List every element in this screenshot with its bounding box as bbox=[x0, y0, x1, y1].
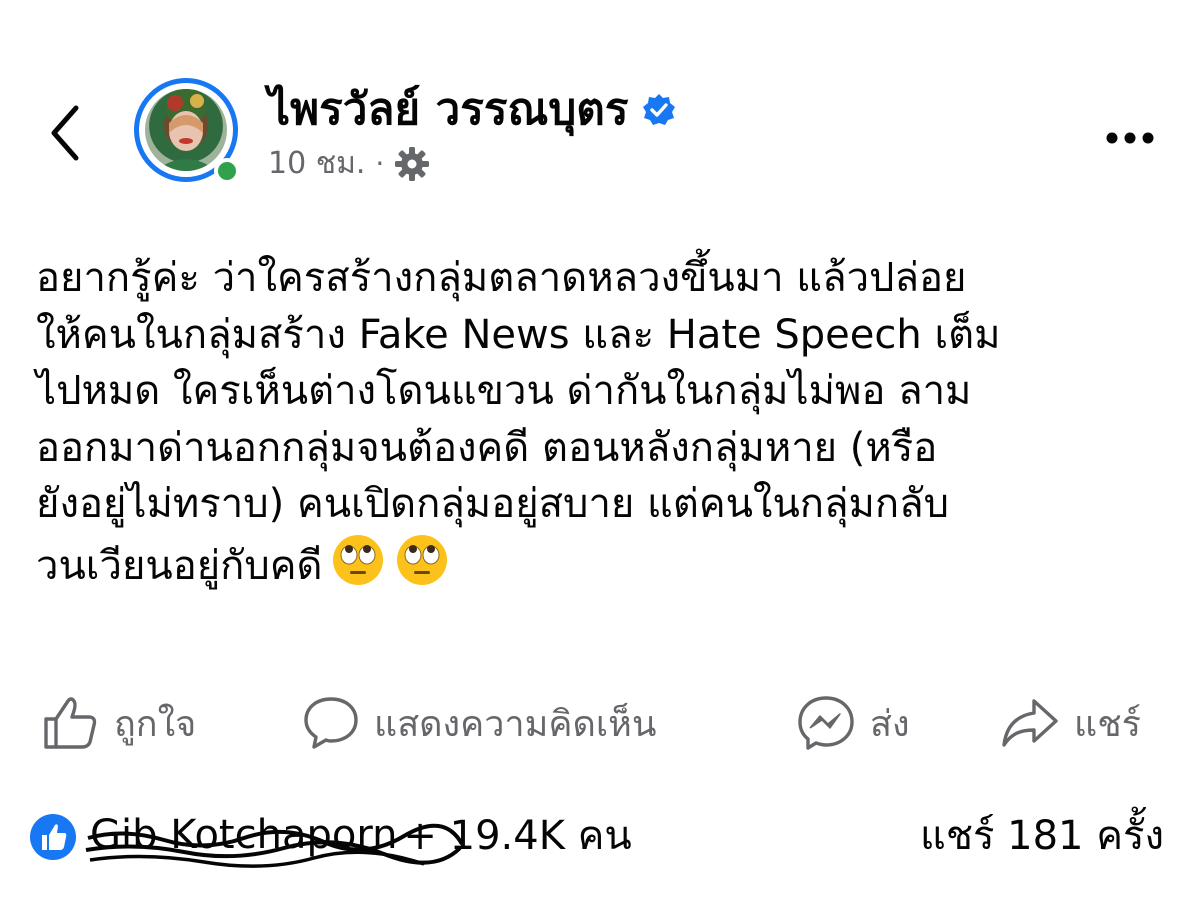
post-text-line: ไปหมด ใครเห็นต่างโดนแขวน ด่ากันในกลุ่มไม… bbox=[36, 368, 972, 414]
more-dots-icon bbox=[1106, 132, 1154, 144]
send-button[interactable]: ส่ง bbox=[796, 688, 910, 758]
reactors-link[interactable]: Gib Kotchaporn + 19.4K คน bbox=[85, 800, 632, 870]
share-count[interactable]: แชร์ 181 ครั้ง bbox=[920, 800, 1164, 870]
author-name[interactable]: ไพรวัลย์ วรรณบุตร bbox=[268, 80, 628, 140]
redacted-reactor-name: Gib Kotchaporn bbox=[85, 812, 464, 868]
avatar bbox=[145, 89, 227, 171]
share-button[interactable]: แชร์ bbox=[1000, 688, 1141, 758]
post-body: อยากรู้ค่ะ ว่าใครสร้างกลุ่มตลาดหลวงขึ้นม… bbox=[36, 250, 1166, 589]
comment-button[interactable]: แสดงความคิดเห็น bbox=[302, 688, 656, 758]
verified-badge-icon bbox=[643, 94, 676, 125]
emoji-group bbox=[331, 533, 449, 587]
scribble-redaction bbox=[85, 823, 464, 868]
like-reaction-icon bbox=[30, 814, 76, 860]
post-text-line: ให้คนในกลุ่มสร้าง Fake News และ Hate Spe… bbox=[36, 311, 1001, 358]
author-avatar[interactable] bbox=[134, 78, 246, 190]
like-button[interactable]: ถูกใจ bbox=[40, 688, 196, 758]
post-timestamp[interactable]: 10 ชม. bbox=[268, 142, 365, 186]
like-label: ถูกใจ bbox=[114, 703, 197, 745]
more-options-button[interactable] bbox=[1100, 118, 1160, 158]
back-button[interactable] bbox=[42, 100, 92, 166]
online-status-dot bbox=[214, 158, 240, 184]
author-row: ไพรวัลย์ วรรณบุตร bbox=[268, 80, 676, 140]
send-label: ส่ง bbox=[870, 703, 910, 745]
comment-bubble-icon bbox=[304, 697, 358, 749]
post-text-line: ยังอยู่ไม่ทราบ) คนเปิดกลุ่มอยู่สบาย แต่ค… bbox=[36, 481, 950, 527]
comment-label: แสดงความคิดเห็น bbox=[374, 703, 657, 745]
meta-separator: · bbox=[375, 147, 385, 180]
messenger-icon bbox=[798, 696, 854, 750]
reaction-summary: Gib Kotchaporn + 19.4K คน แชร์ 181 ครั้ง bbox=[30, 800, 1170, 870]
post-actions: ถูกใจ แสดงความคิดเห็น ส่ง แชร์ bbox=[40, 688, 1170, 758]
chevron-left-icon bbox=[51, 105, 79, 161]
post-view: ไพรวัลย์ วรรณบุตร 10 ชม. · อยากรู้ค่ะ ว่… bbox=[0, 0, 1200, 912]
gear-icon bbox=[395, 147, 430, 181]
rolling-eyes-emoji-icon bbox=[396, 534, 447, 585]
share-arrow-icon bbox=[1002, 699, 1058, 747]
post-text-line: วนเวียนอยู่กับคดี bbox=[36, 542, 323, 589]
post-text-line: ออกมาด่านอกกลุ่มจนต้องคดี ตอนหลังกลุ่มหา… bbox=[36, 424, 938, 471]
post-text-last-line: วนเวียนอยู่กับคดี bbox=[36, 533, 1166, 590]
share-label: แชร์ bbox=[1074, 703, 1141, 745]
thumbs-up-icon bbox=[44, 697, 97, 749]
rolling-eyes-emoji-icon bbox=[332, 534, 383, 585]
post-meta: 10 ชม. · bbox=[268, 142, 430, 186]
post-text-line: อยากรู้ค่ะ ว่าใครสร้างกลุ่มตลาดหลวงขึ้นม… bbox=[36, 255, 967, 301]
